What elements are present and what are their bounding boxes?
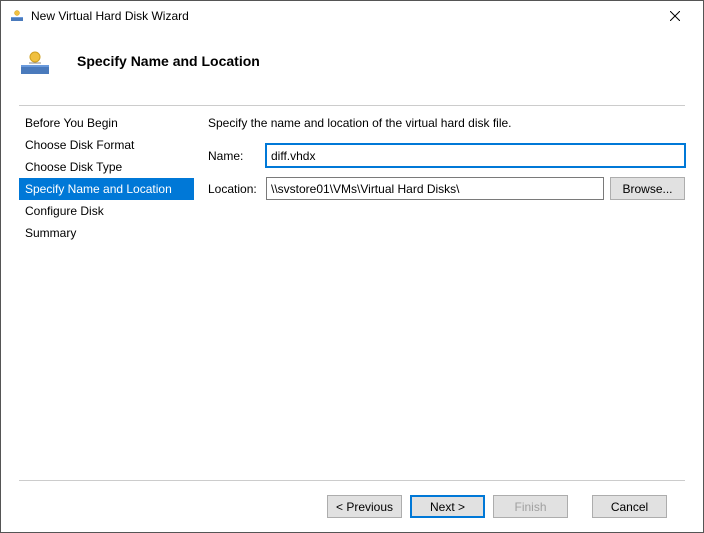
previous-button[interactable]: < Previous	[327, 495, 402, 518]
finish-button: Finish	[493, 495, 568, 518]
cancel-button[interactable]: Cancel	[592, 495, 667, 518]
sidebar-item-choose-disk-type[interactable]: Choose Disk Type	[19, 156, 194, 178]
location-label: Location:	[208, 182, 266, 196]
titlebar: New Virtual Hard Disk Wizard	[1, 1, 703, 31]
wizard-header: Specify Name and Location	[1, 31, 703, 105]
app-icon	[9, 8, 25, 24]
wizard-footer: < Previous Next > Finish Cancel	[19, 480, 685, 532]
next-button[interactable]: Next >	[410, 495, 485, 518]
name-row: Name:	[208, 144, 685, 167]
main-panel: Specify the name and location of the vir…	[194, 105, 685, 480]
sidebar-item-before-you-begin[interactable]: Before You Begin	[19, 112, 194, 134]
location-input[interactable]	[266, 177, 604, 200]
sidebar-item-specify-name-location[interactable]: Specify Name and Location	[19, 178, 194, 200]
sidebar-item-summary[interactable]: Summary	[19, 222, 194, 244]
disk-icon	[19, 45, 51, 77]
wizard-steps: Before You Begin Choose Disk Format Choo…	[19, 105, 194, 480]
name-input[interactable]	[266, 144, 685, 167]
location-row: Location: Browse...	[208, 177, 685, 200]
sidebar-item-choose-disk-format[interactable]: Choose Disk Format	[19, 134, 194, 156]
wizard-content: Before You Begin Choose Disk Format Choo…	[1, 105, 703, 480]
name-label: Name:	[208, 149, 266, 163]
close-button[interactable]	[655, 1, 695, 31]
window-title: New Virtual Hard Disk Wizard	[31, 9, 655, 23]
sidebar-item-configure-disk[interactable]: Configure Disk	[19, 200, 194, 222]
description-text: Specify the name and location of the vir…	[208, 116, 685, 130]
browse-button[interactable]: Browse...	[610, 177, 685, 200]
page-title: Specify Name and Location	[77, 53, 260, 69]
